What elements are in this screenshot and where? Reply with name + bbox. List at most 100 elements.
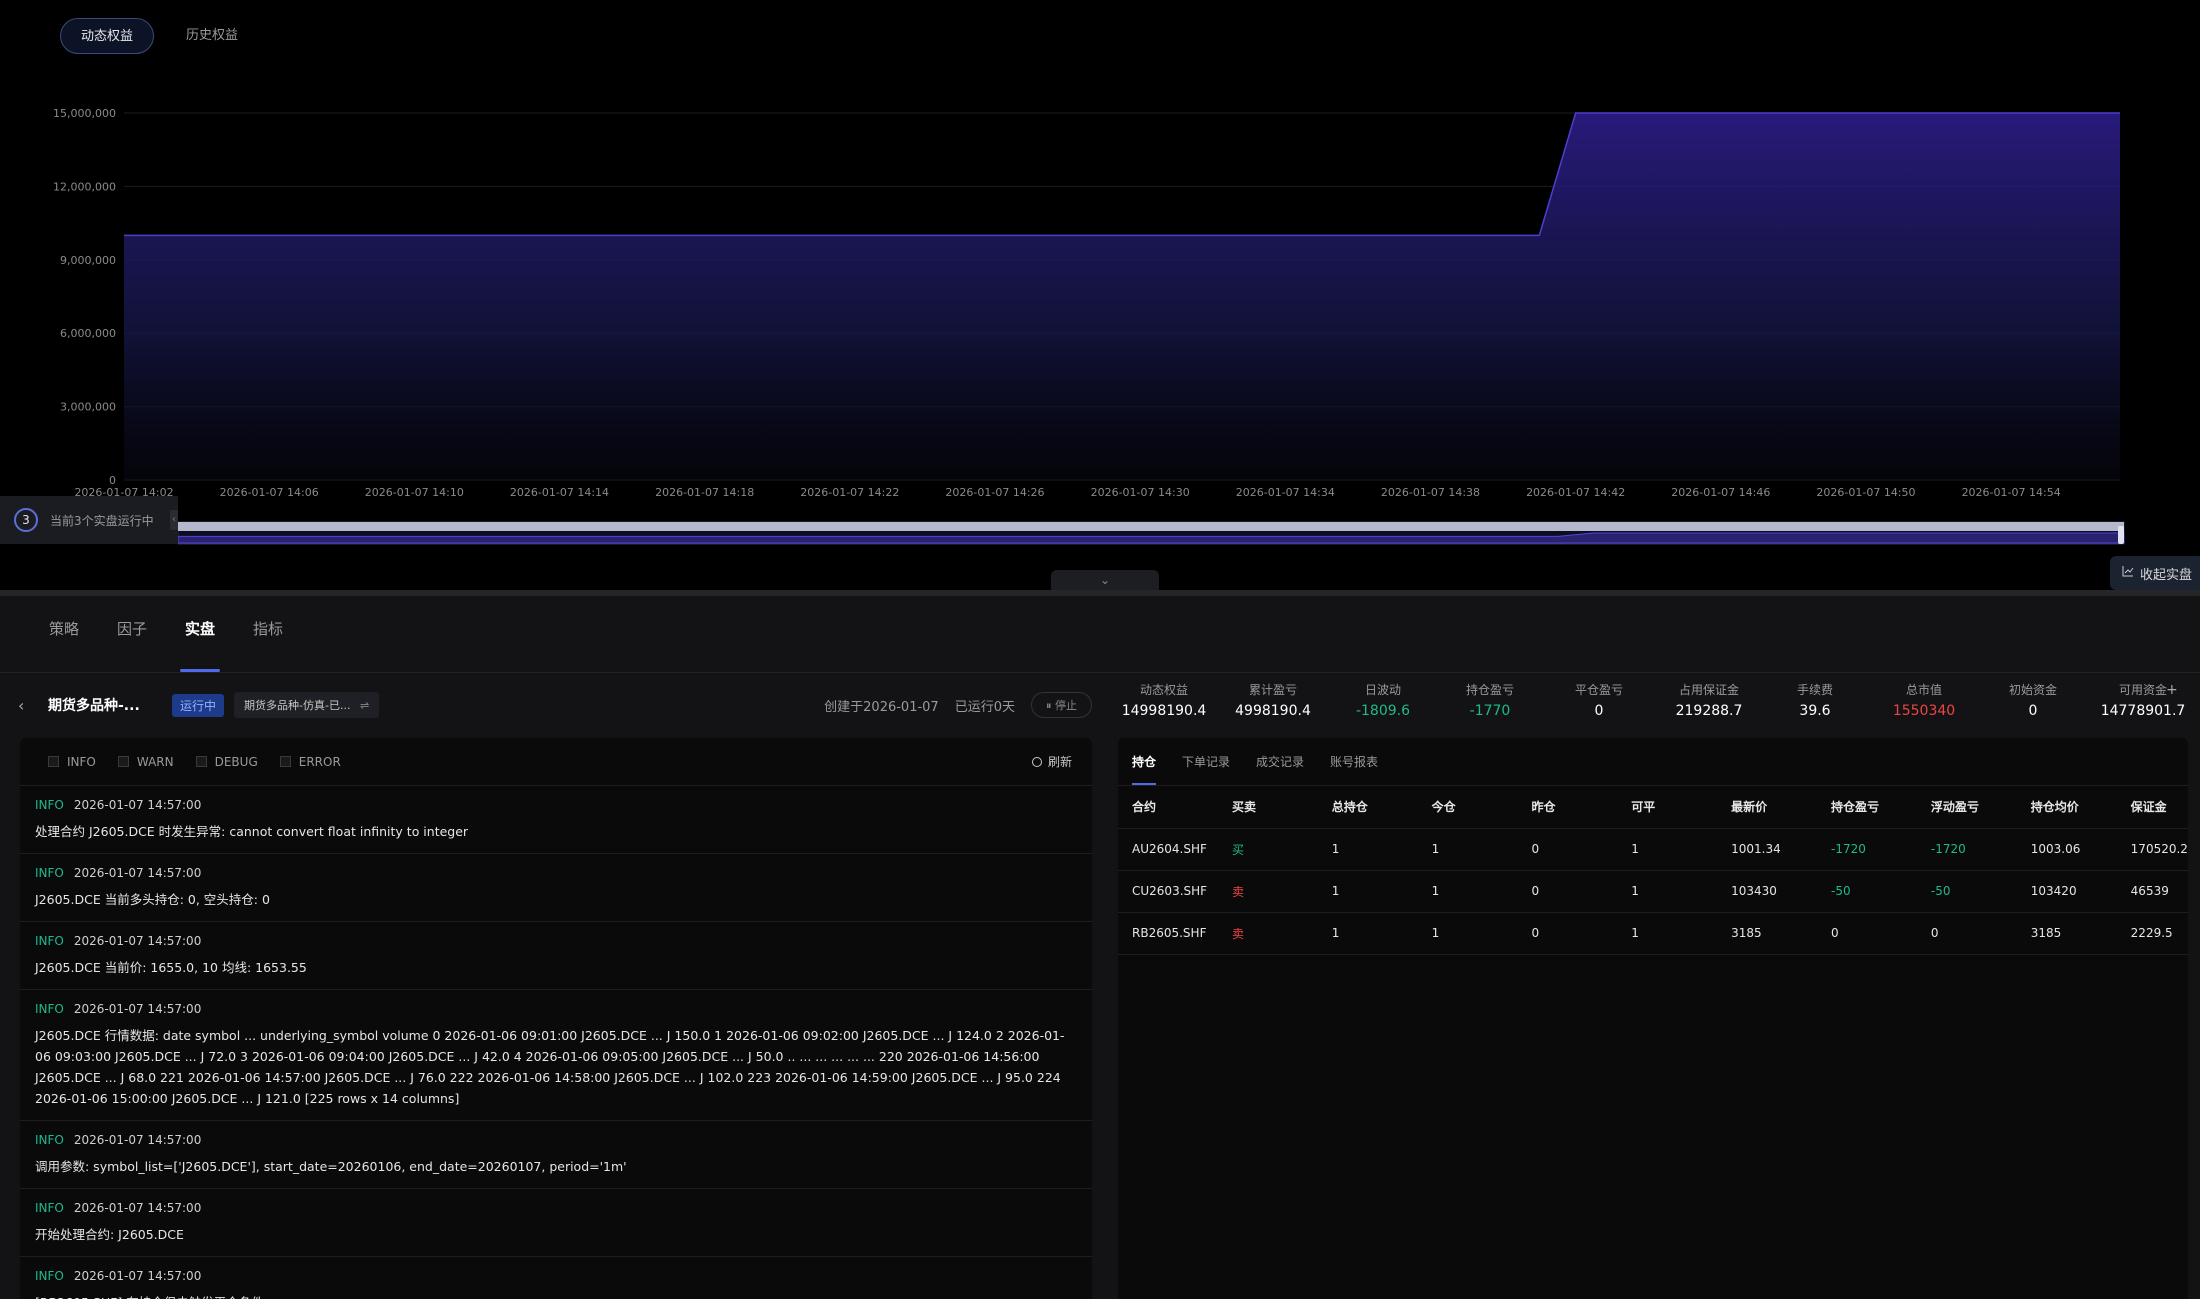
table-cell: 0	[1517, 870, 1618, 913]
filter-warn-label: WARN	[136, 754, 174, 769]
filter-info[interactable]: INFO	[48, 755, 96, 769]
x-tick-label: 2026-01-07 14:34	[1236, 486, 1335, 499]
metric-item: 日波动 -1809.6	[1323, 680, 1443, 722]
checkbox[interactable]	[195, 756, 207, 767]
column-header[interactable]: 可平	[1617, 786, 1718, 829]
log-entry: INFO 2026-01-07 14:57:00 J2605.DCE 当前多头持仓:…	[20, 854, 1092, 922]
x-tick-label: 2026-01-07 14:22	[800, 486, 899, 499]
checkbox[interactable]	[48, 756, 59, 767]
checkbox[interactable]	[117, 756, 129, 767]
table-cell: 买	[1217, 828, 1318, 871]
zoom-slider-selection	[178, 522, 2124, 531]
running-live-badge[interactable]: 3 当前3个实盘运行中 ‹	[0, 496, 178, 544]
metric-item: 累计盈亏 4998190.4	[1213, 680, 1333, 722]
column-header[interactable]: 今仓	[1417, 786, 1518, 829]
log-level: INFO	[35, 1002, 64, 1016]
tab-strategy[interactable]: 策略	[30, 618, 98, 670]
log-entry: INFO 2026-01-07 14:57:00 调用参数: symbol_list…	[20, 1121, 1092, 1189]
table-cell: 3185	[1717, 912, 1818, 955]
table-cell: -50	[1916, 870, 2017, 913]
tab-factor[interactable]: 因子	[98, 618, 166, 670]
plus-icon[interactable]: +	[2166, 682, 2184, 698]
metric-label: 持仓盈亏	[1465, 683, 1514, 697]
table-cell: 46539	[2116, 870, 2188, 913]
filter-error-label: ERROR	[298, 754, 341, 769]
table-row[interactable]: AU2604.SHF 买 1 1 0 1 1001.34 -1720 -1720 1003.06 1…	[1118, 828, 2188, 871]
metric-value: 14998190.4	[1121, 703, 1207, 719]
table-cell: 0	[1817, 912, 1917, 955]
table-cell: 1	[1317, 828, 1418, 871]
log-message: J2605.DCE 行情数据: date symbol ... underlyi…	[35, 1028, 1065, 1106]
tab-account-report[interactable]: 账号报表	[1330, 738, 1378, 785]
table-cell: 2229.5	[2116, 912, 2188, 955]
tab-trade-records[interactable]: 成交记录	[1256, 738, 1304, 785]
log-time: 2026-01-07 14:57:00	[73, 1002, 202, 1016]
tab-indicator[interactable]: 指标	[234, 618, 302, 670]
log-message: 处理合约 J2605.DCE 时发生异常: cannot convert flo…	[35, 824, 469, 839]
status-badge: 运行中	[172, 693, 225, 717]
metric-value: 0	[1594, 703, 1604, 719]
checkbox[interactable]	[279, 756, 291, 767]
back-icon[interactable]: ‹	[18, 696, 40, 715]
log-entry-header: INFO 2026-01-07 14:57:00	[35, 866, 1077, 880]
table-cell: AU2604.SHF	[1118, 828, 1218, 871]
metric-item: 平仓盈亏 0	[1539, 680, 1659, 722]
column-header[interactable]: 持仓盈亏	[1817, 786, 1917, 829]
metric-label: 总市值	[1905, 683, 1942, 697]
column-header[interactable]: 保证金	[2116, 786, 2188, 829]
table-cell: 1	[1417, 912, 1518, 955]
log-level: INFO	[35, 866, 64, 880]
column-header[interactable]: 昨仓	[1517, 786, 1618, 829]
column-header[interactable]: 合约	[1118, 786, 1218, 829]
collapse-chart-handle[interactable]: ⌄	[1051, 570, 1159, 590]
equity-chart-section: 0 3,000,000 6,000,000 9,000,000 12,000,000 15…	[0, 0, 2200, 590]
equity-chart: 03,000,0006,000,0009,000,00012,000,00015…	[53, 107, 2125, 545]
metric-value: -1770	[1469, 703, 1511, 719]
app-root: 0 3,000,000 6,000,000 9,000,000 12,000,000 15…	[0, 0, 2200, 1299]
x-tick-label: 2026-01-07 14:42	[1526, 486, 1625, 499]
created-date: 创建于2026-01-07	[824, 699, 939, 715]
column-header[interactable]: 浮动盈亏	[1916, 786, 2017, 829]
table-cell: 1003.06	[2016, 828, 2117, 871]
tab-holdings[interactable]: 持仓	[1132, 738, 1157, 785]
metric-item: 手续费 39.6	[1755, 680, 1875, 722]
log-message: J2605.DCE 当前多头持仓: 0, 空头持仓: 0	[35, 892, 270, 907]
column-header[interactable]: 持仓均价	[2016, 786, 2117, 829]
filter-warn[interactable]: WARN	[117, 754, 174, 769]
table-cell: CU2603.SHF	[1118, 870, 1218, 913]
table-row[interactable]: CU2603.SHF 卖 1 1 0 1 103430 -50 -50 103420 46539	[1118, 870, 2188, 913]
log-time: 2026-01-07 14:57:00	[73, 934, 202, 948]
filter-error[interactable]: ERROR	[279, 754, 341, 769]
column-header[interactable]: 买卖	[1217, 786, 1318, 829]
log-filters: INFO WARN DEBUG ERROR 刷新	[20, 738, 1092, 786]
running-days: 已运行0天	[954, 699, 1015, 715]
stop-button[interactable]: ⏸ 停止	[1031, 692, 1092, 718]
tab-live[interactable]: 实盘	[166, 618, 234, 672]
filter-debug-label: DEBUG	[214, 754, 258, 769]
tab-order-records[interactable]: 下单记录	[1182, 738, 1230, 785]
filter-debug[interactable]: DEBUG	[195, 754, 258, 769]
y-tick-label: 9,000,000	[60, 254, 116, 267]
table-cell: 1	[1617, 828, 1718, 871]
history-equity-button[interactable]: 历史权益	[166, 18, 258, 54]
running-text: 当前3个实盘运行中	[50, 513, 154, 528]
account-select[interactable]: 期货多品种-仿真-已... ⇌	[234, 692, 380, 718]
x-tick-label: 2026-01-07 14:30	[1091, 486, 1190, 499]
table-row[interactable]: RB2605.SHF 卖 1 1 0 1 3185 0 0 3185 2229.5	[1118, 912, 2188, 955]
log-message: [RB2605.SHF] 有持仓但未触发平仓条件	[35, 1292, 1077, 1299]
table-cell: 1	[1317, 912, 1418, 955]
strategy-header: ‹ 期货多品种-... 运行中 期货多品种-仿真-已... ⇌ 创建于2026-…	[18, 688, 1092, 722]
metric-item: 占用保证金 219288.7	[1649, 680, 1769, 722]
column-header[interactable]: 最新价	[1717, 786, 1818, 829]
log-panel: INFO WARN DEBUG ERROR 刷新 INFO 2026-01-07 …	[20, 738, 1092, 1299]
x-tick-label: 2026-01-07 14:06	[220, 486, 319, 499]
positions-panel: 持仓 下单记录 成交记录 账号报表 合约 买卖 总持仓 今仓 昨仓 可平 最新价 持仓盈亏 浮动…	[1118, 738, 2188, 1299]
positions-tabs: 持仓 下单记录 成交记录 账号报表	[1118, 738, 2188, 786]
table-cell: 1	[1417, 870, 1518, 913]
fold-live-button[interactable]: 收起实盘	[2110, 556, 2200, 590]
refresh-button[interactable]: 刷新	[1031, 753, 1072, 770]
column-header[interactable]: 总持仓	[1317, 786, 1418, 829]
dynamic-equity-button[interactable]: 动态权益	[60, 18, 155, 54]
chevron-left-icon[interactable]: ‹	[170, 510, 178, 530]
metric-value: 14778901.7	[2100, 703, 2186, 719]
